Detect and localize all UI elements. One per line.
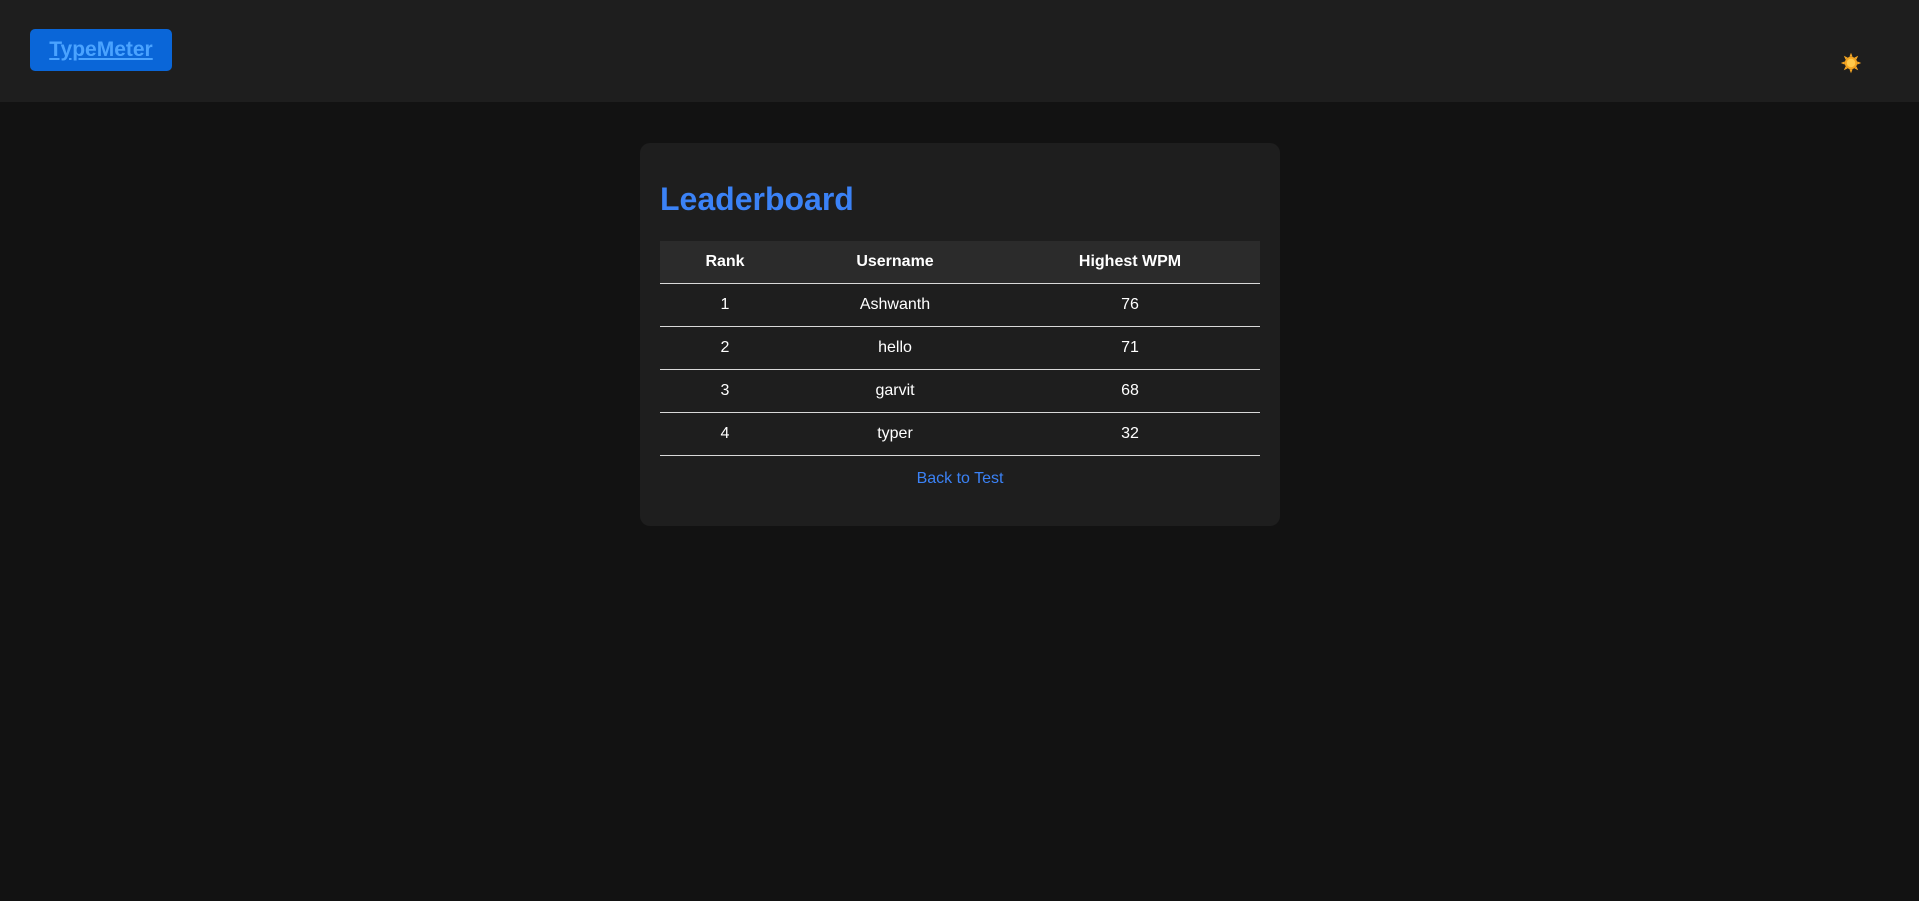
username-cell: garvit — [790, 369, 1000, 413]
wpm-cell: 68 — [1000, 369, 1260, 413]
table-row: 4 typer 32 — [660, 412, 1260, 456]
wpm-cell: 76 — [1000, 283, 1260, 327]
column-header-rank: Rank — [660, 241, 790, 284]
leaderboard-card: Leaderboard Rank Username Highest WPM 1 … — [640, 143, 1280, 526]
username-cell: Ashwanth — [790, 283, 1000, 327]
table-header-row: Rank Username Highest WPM — [660, 241, 1260, 284]
rank-cell: 1 — [660, 283, 790, 327]
username-cell: hello — [790, 326, 1000, 370]
table-row: 1 Ashwanth 76 — [660, 283, 1260, 327]
sun-icon — [1840, 52, 1862, 74]
rank-cell: 4 — [660, 412, 790, 456]
column-header-username: Username — [790, 241, 1000, 284]
navbar: TypeMeter — [0, 0, 1919, 102]
brand-logo-link[interactable]: TypeMeter — [30, 29, 172, 71]
table-row: 2 hello 71 — [660, 326, 1260, 370]
page-title: Leaderboard — [660, 181, 854, 217]
wpm-cell: 32 — [1000, 412, 1260, 456]
rank-cell: 3 — [660, 369, 790, 413]
theme-toggle-button[interactable] — [1836, 50, 1866, 76]
rank-cell: 2 — [660, 326, 790, 370]
table-row: 3 garvit 68 — [660, 369, 1260, 413]
column-header-highest-wpm: Highest WPM — [1000, 241, 1260, 284]
leaderboard-table: Rank Username Highest WPM 1 Ashwanth 76 … — [660, 241, 1260, 456]
back-to-test-link[interactable]: Back to Test — [640, 470, 1280, 488]
username-cell: typer — [790, 412, 1000, 456]
wpm-cell: 71 — [1000, 326, 1260, 370]
